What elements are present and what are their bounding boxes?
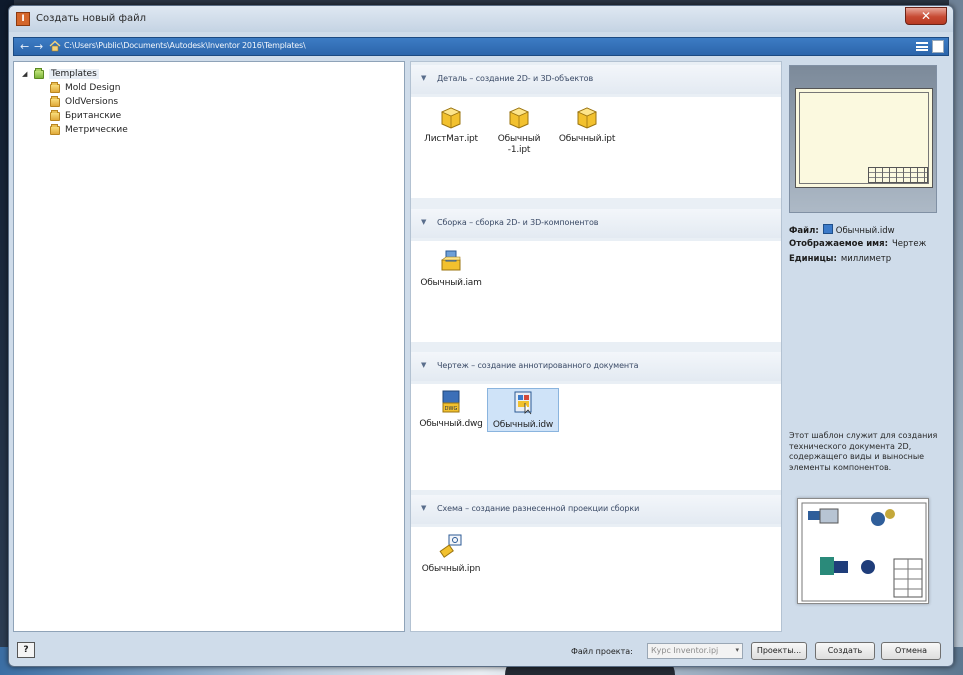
idw-file-icon [822, 224, 833, 234]
folder-tree: ◢ Templates Mold Design OldVersions Брит… [13, 61, 405, 632]
tree-item-label: Mold Design [65, 83, 121, 93]
dwg-badge: DWG [445, 406, 458, 412]
section-title: Чертеж – создание аннотированного докуме… [437, 361, 639, 370]
preview-pane-icon[interactable] [932, 40, 944, 53]
address-path[interactable]: C:\Users\Public\Documents\Autodesk\Inven… [64, 41, 306, 50]
display-name-label: Отображаемое имя: [789, 239, 888, 249]
inventor-app-icon: I [16, 12, 30, 26]
file-info-row: Файл: Обычный.idw [789, 224, 895, 236]
drawing-sheet-preview [795, 88, 933, 188]
section-header-presentation[interactable]: ▼ Схема – создание разнесенной проекции … [411, 495, 781, 524]
file-label: Файл: [789, 226, 819, 236]
folder-icon [50, 123, 60, 135]
section-body-assembly: Обычный.iam [411, 241, 781, 342]
template-file[interactable]: ЛистМат.ipt [415, 103, 487, 145]
file-name: ЛистМат.ipt [424, 134, 478, 144]
new-file-dialog: I Создать новый файл ✕ ← → C:\Users\Publ… [8, 5, 954, 667]
home-icon[interactable] [49, 40, 61, 52]
file-name: Обычный.ipt [558, 134, 616, 144]
tree-item-label: OldVersions [65, 97, 119, 107]
file-name: Обычный -1.ipt [497, 134, 541, 155]
folder-icon [34, 67, 44, 79]
part-icon [441, 107, 461, 129]
cancel-button[interactable]: Отмена [881, 642, 941, 660]
list-view-icon[interactable] [916, 42, 928, 51]
file-name: Обычный.idw [492, 420, 554, 430]
display-name-row: Отображаемое имя: Чертеж [789, 239, 926, 249]
section-title: Схема – создание разнесенной проекции сб… [437, 504, 640, 513]
project-file-select[interactable]: Курс Inventor.ipj ▾ [647, 643, 743, 659]
create-button[interactable]: Создать [815, 642, 875, 660]
project-file-value: Курс Inventor.ipj [651, 646, 719, 655]
preview-panel: Файл: Обычный.idw Отображаемое имя: Чертеж… [787, 61, 949, 632]
dialog-title: Создать новый файл [36, 13, 147, 24]
help-button[interactable]: ? [17, 642, 35, 658]
idw-icon [514, 391, 532, 415]
display-name-value: Чертеж [891, 239, 927, 249]
view-toggle[interactable] [916, 40, 944, 53]
file-name: Обычный.dwg [419, 419, 483, 429]
section-title: Сборка – сборка 2D- и 3D-компонентов [437, 218, 599, 227]
dwg-icon: DWG [442, 390, 460, 413]
units-label: Единицы: [789, 254, 837, 264]
collapse-chevron-icon[interactable]: ▼ [421, 74, 426, 82]
template-preview-image [789, 65, 937, 213]
tree-item-label: Templates [49, 69, 99, 79]
assembly-icon [441, 250, 461, 271]
tree-expand-icon[interactable]: ◢ [22, 70, 30, 78]
file-value: Обычный.idw [835, 226, 895, 236]
drawing-thumbnail-graphic [801, 502, 927, 602]
template-thumbnail [797, 498, 929, 604]
project-file-label: Файл проекта: [571, 647, 633, 656]
template-file[interactable]: Обычный.iam [415, 247, 487, 289]
title-block-preview [868, 167, 928, 183]
template-file[interactable]: Обычный.ipn [415, 533, 487, 575]
collapse-chevron-icon[interactable]: ▼ [421, 218, 426, 226]
tree-item-label: Британские [65, 111, 122, 121]
dialog-footer: ? Файл проекта: Курс Inventor.ipj ▾ Прое… [13, 637, 949, 663]
section-header-part[interactable]: ▼ Деталь – создание 2D- и 3D-объектов [411, 65, 781, 94]
section-body-drawing: DWG Обычный.dwg Обычный.idw [411, 384, 781, 490]
close-button[interactable]: ✕ [905, 7, 947, 25]
chevron-down-icon[interactable]: ▾ [735, 646, 739, 654]
templates-panel: ▼ Деталь – создание 2D- и 3D-объектов Ли… [410, 61, 782, 632]
folder-icon [50, 81, 60, 93]
collapse-chevron-icon[interactable]: ▼ [421, 361, 426, 369]
section-header-drawing[interactable]: ▼ Чертеж – создание аннотированного доку… [411, 352, 781, 381]
section-body-presentation: Обычный.ipn [411, 527, 781, 631]
part-icon [577, 107, 597, 129]
tree-item-british[interactable]: Британские [50, 109, 122, 121]
units-value: миллиметр [840, 254, 892, 264]
template-description: Этот шаблон служит для создания техничес… [789, 431, 938, 472]
collapse-chevron-icon[interactable]: ▼ [421, 504, 426, 512]
back-arrow-icon[interactable]: ← [20, 39, 29, 54]
tree-item-oldversions[interactable]: OldVersions [50, 95, 119, 107]
tree-item-metric[interactable]: Метрические [50, 123, 128, 135]
forward-arrow-icon[interactable]: → [34, 39, 43, 54]
tree-item-mold-design[interactable]: Mold Design [50, 81, 121, 93]
file-name: Обычный.ipn [421, 564, 481, 574]
section-body-part: ЛистМат.ipt Обычный -1.ipt Обычный.ipt [411, 97, 781, 198]
section-title: Деталь – создание 2D- и 3D-объектов [437, 74, 594, 83]
file-name: Обычный.iam [420, 278, 482, 288]
template-file[interactable]: Обычный -1.ipt [483, 103, 555, 156]
title-bar: I Создать новый файл ✕ [9, 6, 953, 32]
address-bar: ← → C:\Users\Public\Documents\Autodesk\I… [13, 37, 949, 56]
template-file[interactable]: DWG Обычный.dwg [415, 388, 487, 430]
template-file[interactable]: Обычный.ipt [551, 103, 623, 145]
units-row: Единицы: миллиметр [789, 254, 891, 264]
section-header-assembly[interactable]: ▼ Сборка – сборка 2D- и 3D-компонентов [411, 209, 781, 238]
part-icon [509, 107, 529, 129]
template-file-selected[interactable]: Обычный.idw [487, 388, 559, 432]
folder-icon [50, 95, 60, 107]
tree-item-templates[interactable]: ◢ Templates [22, 67, 99, 79]
projects-button[interactable]: Проекты... [751, 642, 807, 660]
tree-item-label: Метрические [65, 125, 128, 135]
folder-icon [50, 109, 60, 121]
presentation-icon [439, 534, 462, 558]
